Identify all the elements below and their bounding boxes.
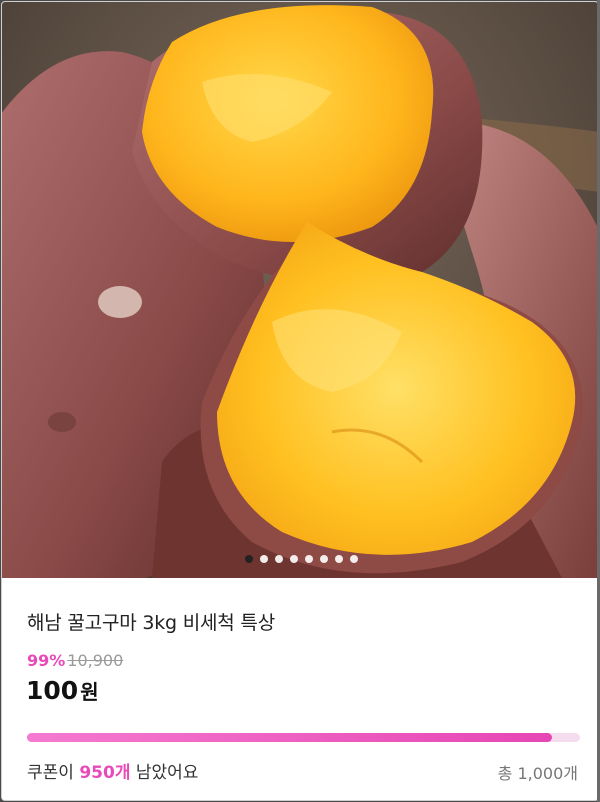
carousel-dot[interactable] [259, 555, 268, 563]
baked-sweet-potato-image [2, 2, 598, 578]
carousel-dot[interactable] [304, 555, 313, 563]
coupon-prefix: 쿠폰이 [27, 763, 80, 783]
carousel-dot[interactable] [349, 555, 358, 563]
original-price: 10,900 [67, 651, 124, 670]
sale-price-value: 100 [26, 676, 79, 705]
product-title[interactable]: 해남 꿀고구마 3kg 비세척 특상 [27, 608, 275, 635]
carousel-indicator[interactable] [2, 555, 598, 563]
carousel-dot[interactable] [289, 555, 298, 563]
price-unit: 원 [80, 680, 99, 704]
carousel-dot[interactable] [244, 555, 253, 563]
sale-price: 100 원 [26, 676, 99, 705]
carousel-dot[interactable] [274, 555, 283, 563]
coupon-progress-bar [27, 733, 580, 742]
discount-rate: 99% [27, 651, 66, 670]
price-discount-row: 99% 10,900 [27, 651, 123, 670]
coupon-remaining-text: 쿠폰이 950개 남았어요 [27, 758, 198, 783]
product-info: 해남 꿀고구마 3kg 비세척 특상 99% 10,900 100 원 쿠폰이 … [2, 578, 598, 800]
coupon-suffix: 남았어요 [130, 763, 199, 783]
carousel-dot[interactable] [334, 555, 343, 563]
coupon-total: 총 1,000개 [497, 764, 578, 783]
coupon-progress-fill [27, 733, 553, 742]
product-card[interactable]: 해남 꿀고구마 3kg 비세척 특상 99% 10,900 100 원 쿠폰이 … [1, 1, 599, 801]
carousel-dot[interactable] [319, 555, 328, 563]
product-image[interactable] [2, 2, 598, 578]
coupon-remaining-count: 950개 [79, 763, 131, 783]
